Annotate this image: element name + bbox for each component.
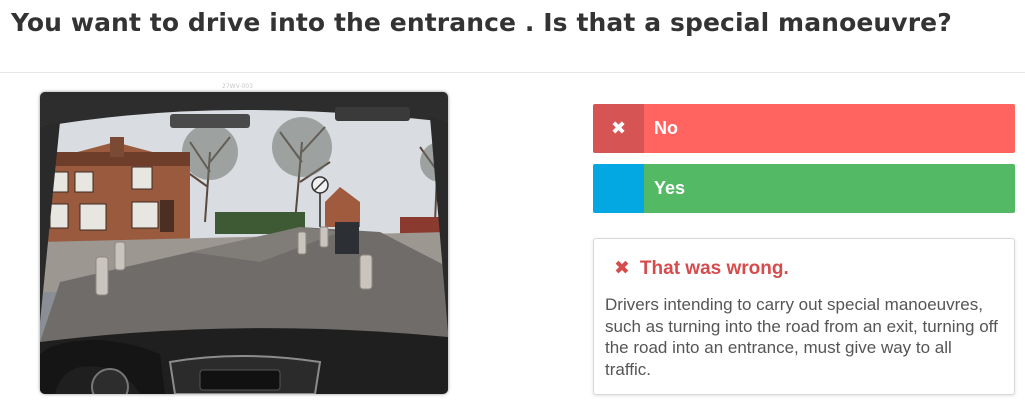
close-icon: ✖ (614, 258, 630, 279)
answer-label: No (644, 104, 1015, 153)
answer-indicator (593, 164, 644, 213)
feedback-explanation: Drivers intending to carry out special m… (605, 295, 998, 379)
answer-label: Yes (644, 164, 1015, 213)
question-photo (40, 92, 448, 394)
close-icon: ✖ (593, 104, 644, 153)
feedback-panel: ✖ That was wrong. Drivers intending to c… (593, 238, 1015, 395)
answer-option-yes[interactable]: Yes (593, 164, 1015, 213)
answer-option-no[interactable]: ✖ No (593, 104, 1015, 153)
image-caption: 27WV-003 (222, 83, 253, 90)
header-divider (0, 72, 1025, 73)
question-title: You want to drive into the entrance . Is… (11, 8, 952, 37)
feedback-header: ✖ That was wrong. (614, 257, 789, 280)
feedback-title: That was wrong. (639, 257, 789, 279)
